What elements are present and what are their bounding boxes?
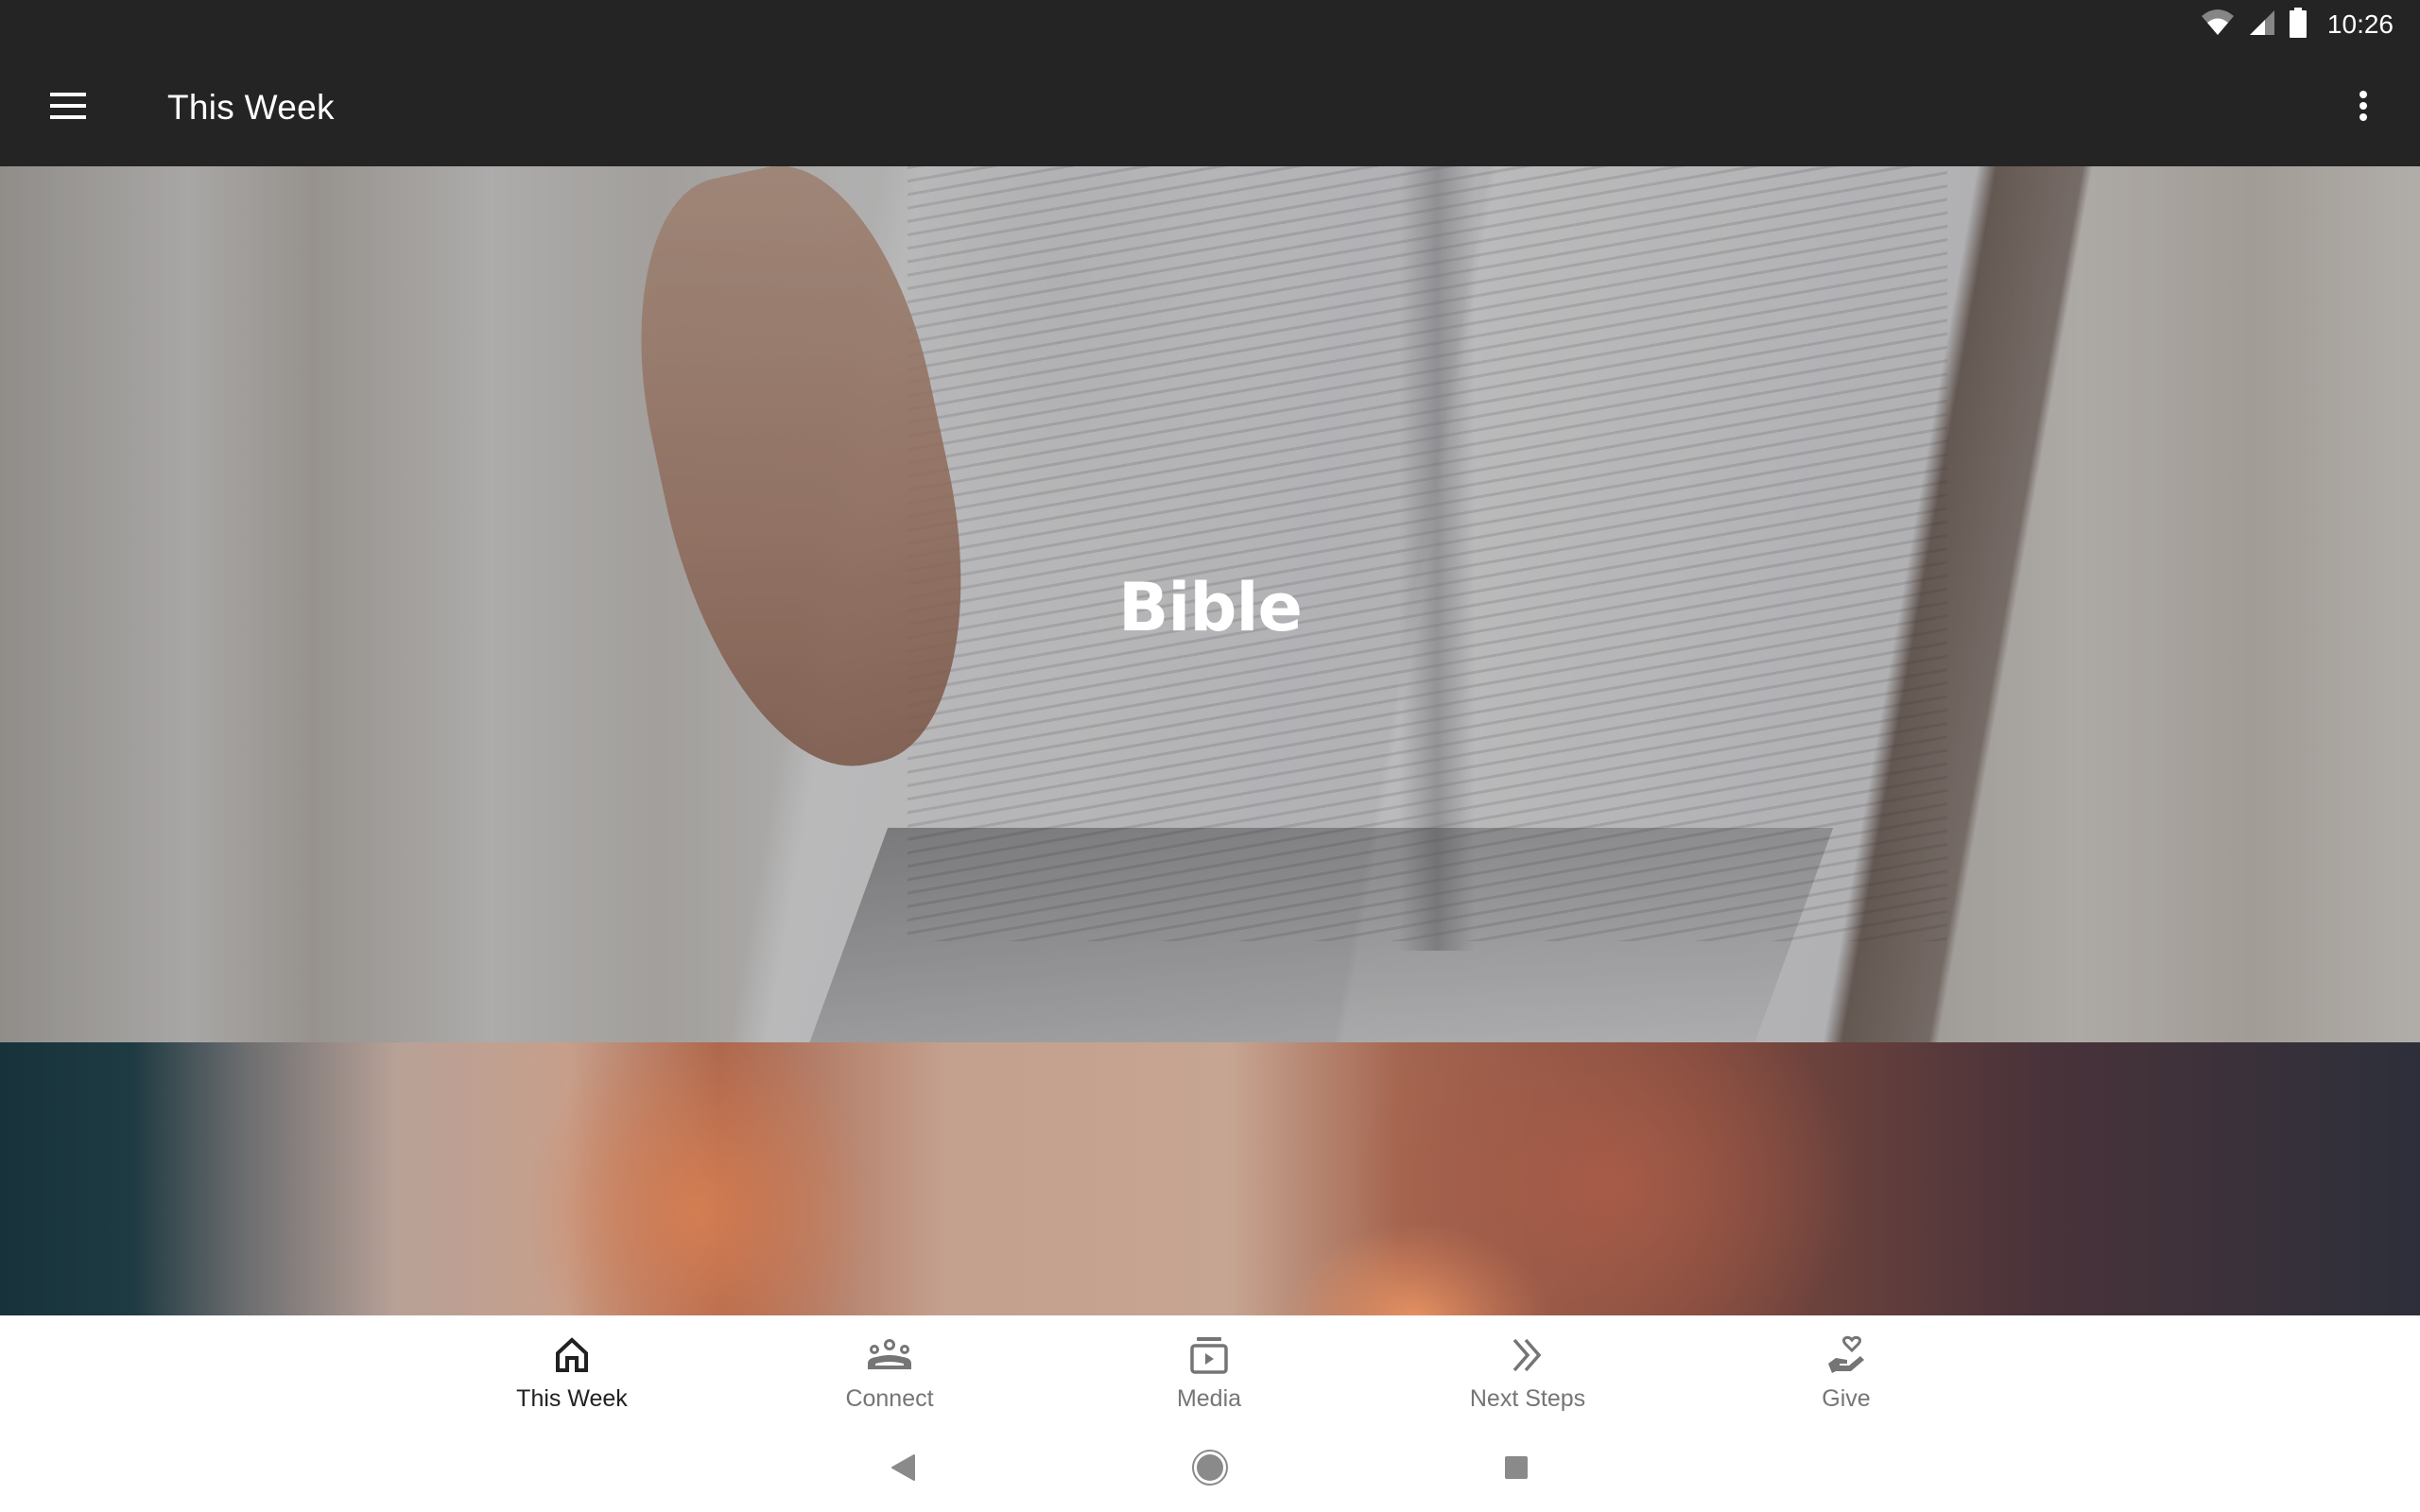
nav-label: Next Steps <box>1469 1385 1586 1412</box>
nav-item-next-steps[interactable]: Next Steps <box>1386 1315 1669 1427</box>
system-recents-button[interactable] <box>1488 1441 1545 1498</box>
home-circle-icon <box>1191 1449 1229 1491</box>
recents-square-icon <box>1503 1454 1530 1486</box>
bottom-navigation: This Week Connect Media Next Steps Give <box>0 1315 2420 1427</box>
nav-label: This Week <box>516 1385 628 1412</box>
nav-label: Connect <box>845 1385 934 1412</box>
content-card-sunset[interactable] <box>0 1042 2420 1315</box>
video-library-icon <box>1184 1332 1234 1378</box>
card-image-book-cover <box>794 828 1834 1042</box>
card-title: Bible <box>1118 569 1303 646</box>
battery-icon <box>2289 7 2307 43</box>
system-navigation-bar <box>0 1427 2420 1512</box>
status-icons: 10:26 <box>2201 7 2394 43</box>
menu-button[interactable] <box>38 77 98 138</box>
status-bar: 10:26 <box>0 0 2420 49</box>
page-title: This Week <box>167 88 335 127</box>
hamburger-menu-icon <box>50 92 86 124</box>
nav-item-give[interactable]: Give <box>1704 1315 1988 1427</box>
nav-item-this-week[interactable]: This Week <box>430 1315 714 1427</box>
more-vert-icon <box>2359 90 2368 127</box>
status-time: 10:26 <box>2326 9 2394 39</box>
double-chevron-right-icon <box>1503 1332 1552 1378</box>
nav-label: Give <box>1822 1385 1871 1412</box>
app-bar: This Week <box>0 49 2420 166</box>
cellular-signal-icon <box>2248 9 2276 42</box>
back-icon <box>890 1453 916 1486</box>
groups-icon <box>865 1332 914 1378</box>
home-icon <box>547 1332 596 1378</box>
wifi-icon <box>2201 9 2235 42</box>
card-image-bible-pages <box>908 166 1947 941</box>
overflow-menu-button[interactable] <box>2333 77 2394 138</box>
app-screen: 10:26 This Week Bible This Week Connect … <box>0 0 2420 1512</box>
content-card-bible[interactable]: Bible <box>0 166 2420 1042</box>
volunteer-hand-heart-icon <box>1822 1332 1871 1378</box>
content-feed[interactable]: Bible <box>0 166 2420 1315</box>
nav-label: Media <box>1176 1385 1242 1412</box>
card-image-hand <box>601 166 1006 795</box>
nav-item-connect[interactable]: Connect <box>748 1315 1031 1427</box>
nav-item-media[interactable]: Media <box>1067 1315 1351 1427</box>
system-home-button[interactable] <box>1182 1441 1238 1498</box>
card-image-book-spine <box>1399 166 1475 951</box>
system-back-button[interactable] <box>874 1441 931 1498</box>
